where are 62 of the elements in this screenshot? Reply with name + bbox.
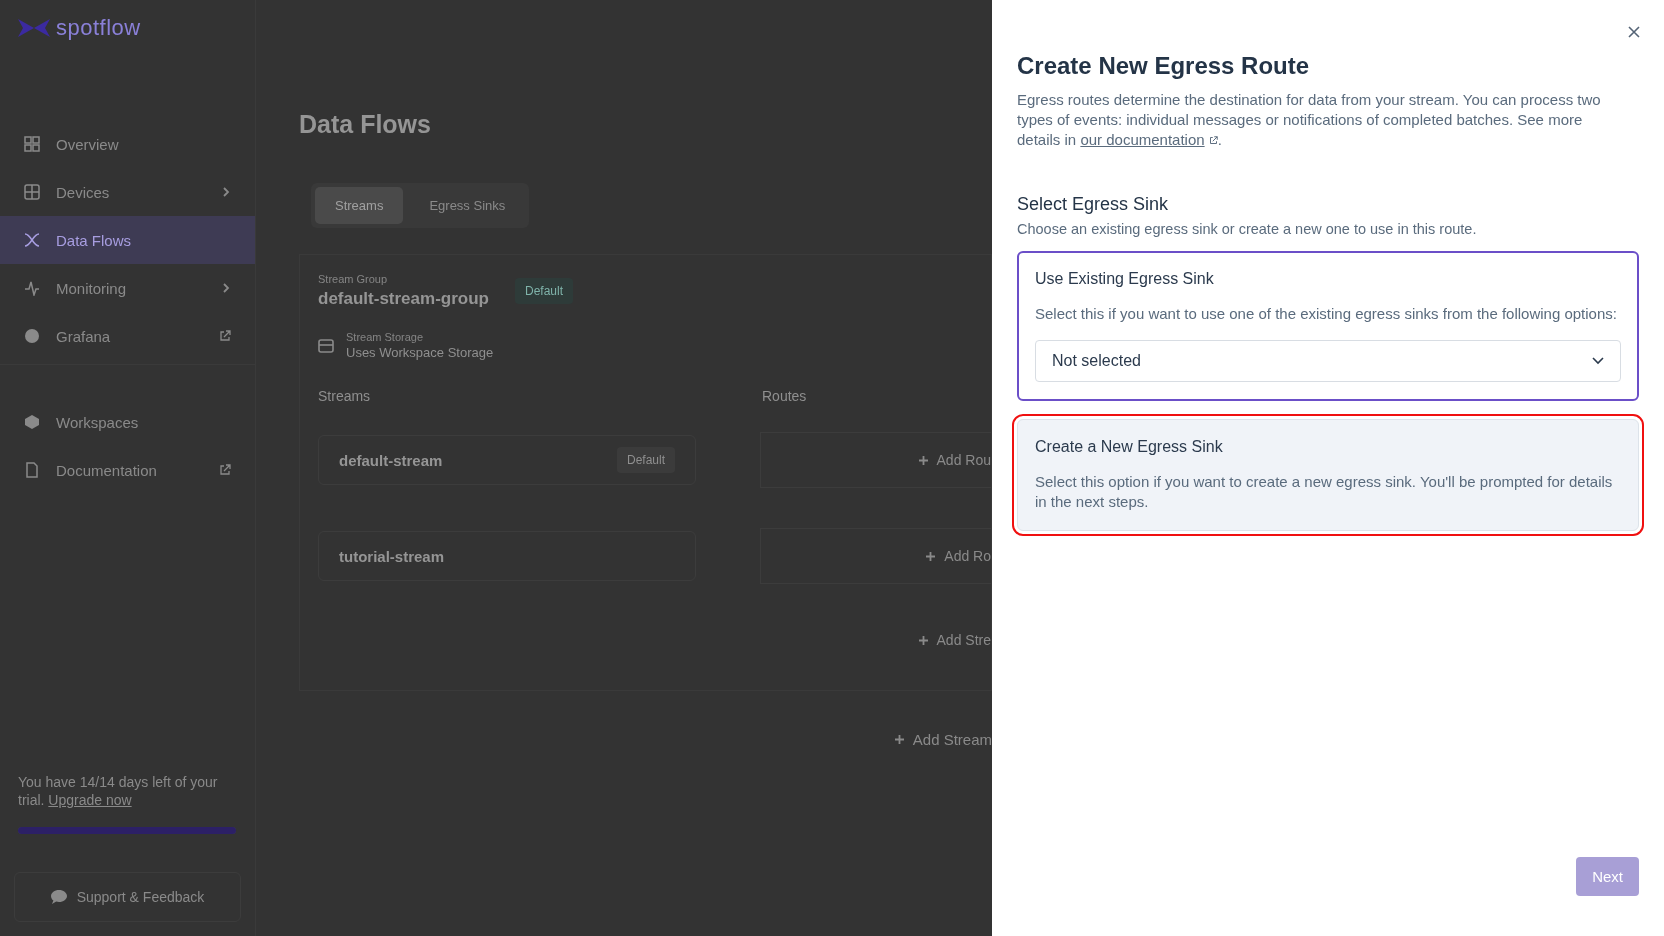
sink-select[interactable]: Not selected (1035, 340, 1621, 382)
external-link-icon (219, 330, 231, 342)
documentation-link[interactable]: our documentation (1080, 131, 1218, 148)
sidebar-item[interactable]: Overview (0, 120, 255, 168)
sidebar-item[interactable]: Workspaces (0, 398, 255, 446)
stream-name: default-stream (339, 451, 443, 469)
stream-group-label: Stream Group (318, 273, 389, 285)
section-subtitle: Choose an existing egress sink or create a new one to use in this route. (1017, 221, 1478, 237)
stream-card[interactable]: default-stream Default (318, 435, 696, 485)
stream-group-name: default-stream-group (318, 289, 489, 309)
tab[interactable]: Egress Sinks (409, 187, 526, 224)
sidebar-item[interactable]: Devices (0, 168, 255, 216)
storage-label: Stream Storage (346, 331, 425, 343)
add-stream-button[interactable]: Add Stream (893, 731, 992, 748)
sidebar-item[interactable]: Documentation (0, 446, 255, 494)
logo-text: spotflow (56, 17, 141, 39)
logo-icon (18, 19, 50, 37)
storage-icon (318, 337, 334, 354)
chevron-right-icon (221, 186, 231, 198)
cube-icon (24, 414, 40, 430)
close-icon (1628, 26, 1640, 38)
column-header: Streams (318, 388, 372, 404)
external-link-icon (219, 464, 231, 476)
upgrade-link[interactable]: Upgrade now (48, 792, 132, 808)
sidebar-item[interactable]: Monitoring (0, 264, 255, 312)
chat-bubble-icon (50, 890, 67, 904)
add-stream-button[interactable]: Add Stre (917, 632, 991, 648)
storage-value: Uses Workspace Storage (346, 345, 494, 360)
option-title: Use Existing Egress Sink (1035, 270, 1215, 288)
add-route-button[interactable]: Add Ro (925, 548, 991, 564)
disc-icon (24, 328, 40, 344)
chevron-right-icon (221, 282, 231, 294)
add-route-button[interactable]: Add Rou (917, 452, 991, 468)
square-icon (24, 184, 40, 200)
sidebar-item[interactable]: Grafana (0, 312, 255, 360)
trial-message: You have 14/14 days left of your trial. Upgrade now (18, 773, 219, 809)
option-description: Select this if you want to use one of the existing egress sinks from the following options: (1035, 304, 1618, 324)
plus-icon (917, 454, 929, 466)
plus-icon (917, 634, 929, 646)
chevron-down-icon (1592, 357, 1604, 365)
page-title: Data Flows (299, 110, 432, 139)
external-link-icon (1208, 136, 1218, 145)
default-badge: Default (616, 447, 675, 473)
option-card[interactable]: Use Existing Egress Sink Select this if you want to use one of the existing egress sinks from the following options: Not selected (1017, 251, 1639, 401)
grid-icon (24, 136, 40, 152)
option-title: Create a New Egress Sink (1035, 438, 1224, 456)
plus-icon (925, 550, 937, 562)
pulse-icon (24, 280, 40, 296)
sidebar-item[interactable]: Data Flows (0, 216, 255, 264)
column-header: Routes (762, 388, 807, 404)
panel-title: Create New Egress Route (1017, 51, 1311, 81)
support-button[interactable]: Support & Feedback (14, 872, 241, 922)
crossing-lines-icon (24, 232, 40, 248)
plus-icon (893, 734, 905, 745)
stream-name: tutorial-stream (339, 547, 445, 565)
section-title: Select Egress Sink (1017, 194, 1170, 215)
panel-description: Egress routes determine the destination for data from your stream. You can process two types of events: individual messages or notifications of completed batches. See more details in our documentation . (1017, 90, 1602, 150)
stream-card[interactable]: tutorial-stream (318, 531, 696, 581)
document-icon (24, 462, 40, 478)
option-description: Select this option if you want to create a new egress sink. You'll be prompted for details in the next steps. (1035, 472, 1614, 512)
tab[interactable]: Streams (315, 187, 404, 224)
default-badge: Default (514, 278, 573, 304)
